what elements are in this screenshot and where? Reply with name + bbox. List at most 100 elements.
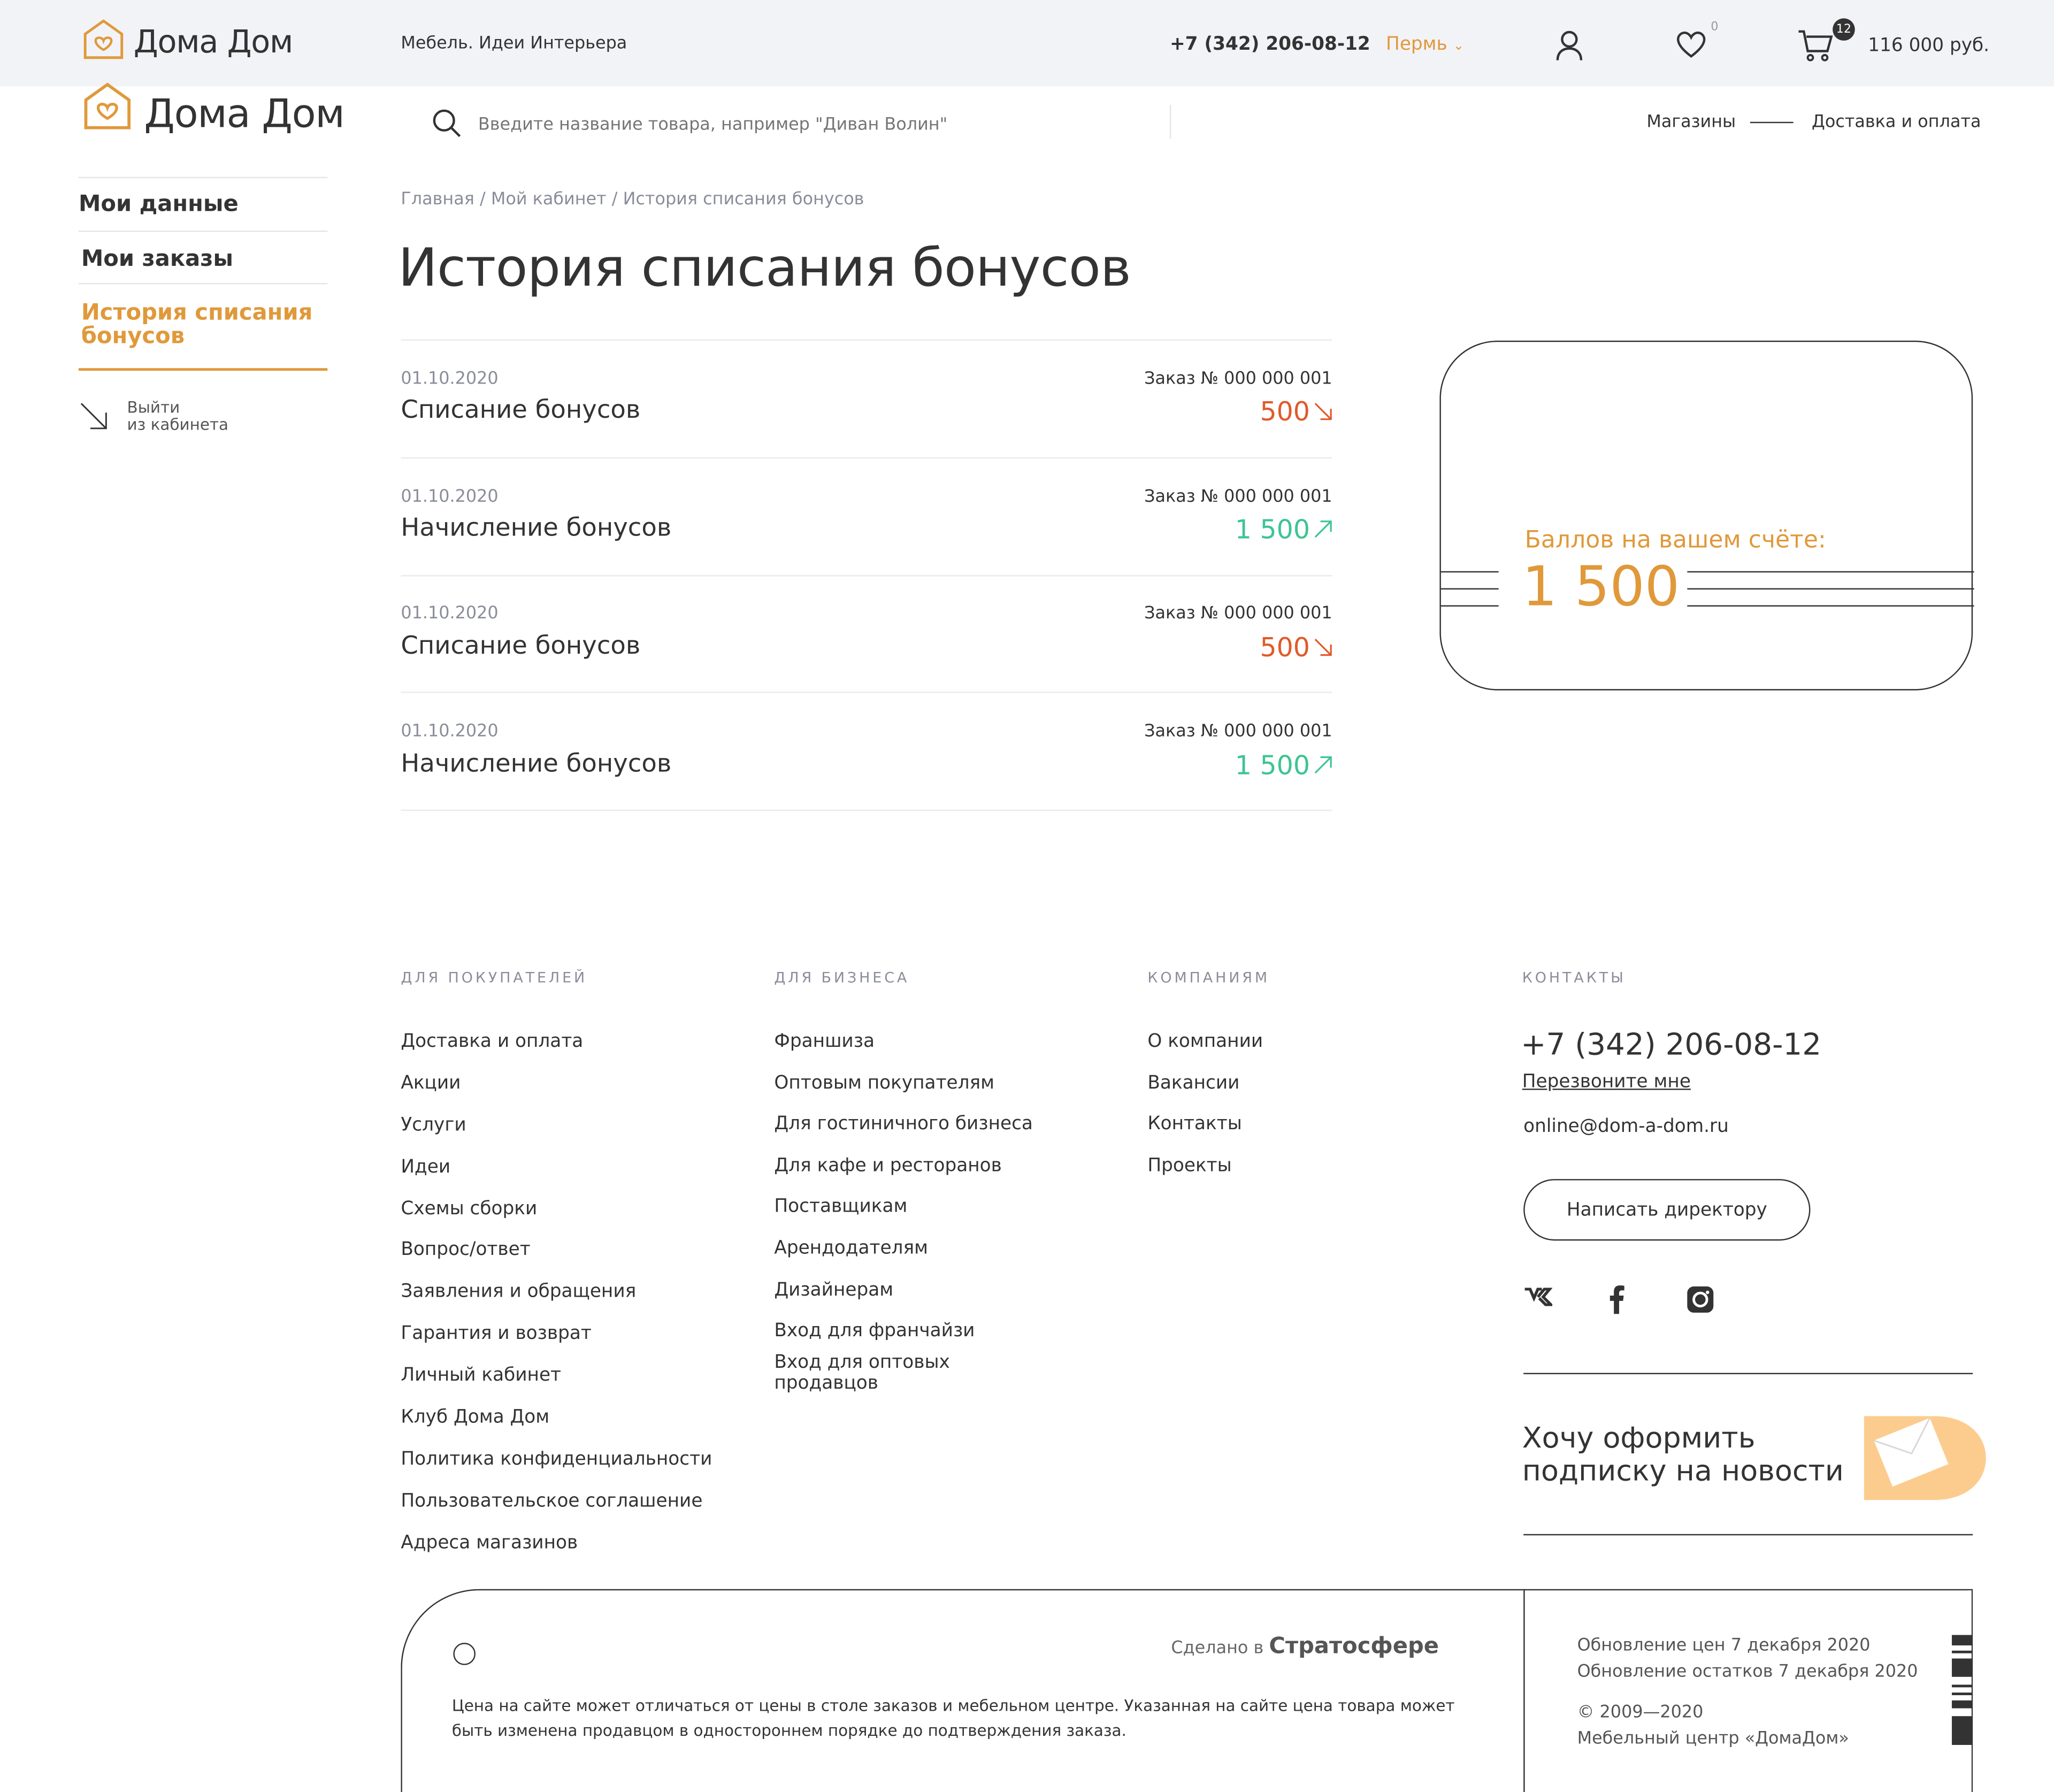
subscribe-link[interactable]: Хочу оформить подписку на новости	[1522, 1423, 1844, 1488]
footer-link[interactable]: Вход для оптовых продавцов	[774, 1352, 970, 1394]
sidebar-item-my-data[interactable]: Мои данные	[79, 192, 239, 218]
transaction-order[interactable]: Заказ № 000 000 001	[995, 604, 1332, 624]
city-selector[interactable]: Пермь ⌄	[1386, 34, 1464, 55]
transaction-title: Списание бонусов	[401, 395, 641, 425]
search-divider	[1169, 104, 1171, 139]
callback-link[interactable]: Перезвоните мне	[1522, 1071, 1691, 1092]
footer-bottom-box	[401, 1589, 1973, 1792]
footer-link[interactable]: Акции	[401, 1073, 712, 1114]
arrow-up-right-icon	[1314, 520, 1332, 538]
search-icon[interactable]	[432, 109, 461, 137]
footer-link[interactable]: Заявления и обращения	[401, 1282, 712, 1323]
logo-text-large[interactable]: Дома Дом	[144, 91, 344, 137]
footer-link[interactable]: Франшиза	[774, 1031, 1036, 1072]
instagram-icon[interactable]	[1686, 1285, 1715, 1314]
card-stripe	[1440, 605, 1499, 607]
footer-link[interactable]: Для кафе и ресторанов	[774, 1155, 1036, 1196]
footer-phone[interactable]: +7 (342) 206-08-12	[1521, 1028, 1821, 1062]
house-logo-icon-large[interactable]	[81, 81, 134, 131]
footer-link[interactable]: Адреса магазинов	[401, 1533, 712, 1574]
price-update: Обновление цен 7 декабря 2020	[1577, 1636, 1871, 1656]
subscribe-divider-top	[1523, 1373, 1973, 1375]
made-in-brand: Стратосфере	[1269, 1633, 1439, 1660]
row-divider	[401, 809, 1332, 811]
footer-link[interactable]: Схемы сборки	[401, 1198, 712, 1240]
row-divider	[401, 692, 1332, 693]
nav-link-stores[interactable]: Магазины	[1646, 113, 1736, 133]
footer-heading-company: КОМПАНИЯМ	[1147, 969, 1270, 987]
envelope-d-icon[interactable]	[1861, 1408, 1987, 1503]
logout-label-line1: Выйти	[127, 398, 180, 417]
user-icon[interactable]	[1555, 30, 1584, 62]
sidebar-item-bonus-history[interactable]: История списания бонусов	[81, 301, 317, 348]
top-bar: Дома Дом Мебель. Идеи Интерьера +7 (342)…	[0, 0, 2054, 87]
house-logo-icon[interactable]	[81, 18, 126, 60]
footer-link[interactable]: Оптовым покупателям	[774, 1073, 1036, 1114]
transaction-amount: 1 500	[1235, 749, 1310, 781]
footer-email[interactable]: online@dom-a-dom.ru	[1523, 1116, 1729, 1137]
footer-link[interactable]: О компании	[1147, 1031, 1263, 1072]
footer-link[interactable]: Вопрос/ответ	[401, 1240, 712, 1282]
logout-link[interactable]: Выйти из кабинета	[127, 398, 228, 434]
footer-company-list: О компании Вакансии Контакты Проекты	[1147, 1031, 1263, 1196]
transaction-order[interactable]: Заказ № 000 000 001	[995, 370, 1332, 389]
card-stripe	[1440, 588, 1499, 590]
header-phone[interactable]: +7 (342) 206-08-12	[1170, 34, 1370, 55]
page-title: История списания бонусов	[398, 238, 1131, 299]
disclaimer-line2: быть изменена продавцом в одностороннем …	[451, 1721, 1126, 1740]
footer-link[interactable]: Контакты	[1147, 1114, 1263, 1155]
footer-link[interactable]: Дизайнерам	[774, 1280, 1036, 1321]
footer-link[interactable]: Проекты	[1147, 1155, 1263, 1196]
footer-link[interactable]: Клуб Дома Дом	[401, 1407, 712, 1449]
footer-link[interactable]: Личный кабинет	[401, 1365, 712, 1407]
nav-link-delivery[interactable]: Доставка и оплата	[1812, 113, 1981, 133]
transaction-amount: 1 500	[1235, 514, 1310, 545]
footer-bottom-divider	[1523, 1589, 1525, 1792]
sidebar-item-my-orders[interactable]: Мои заказы	[81, 246, 233, 272]
transaction-date: 01.10.2020	[401, 369, 499, 389]
copyright: © 2009—2020	[1577, 1703, 1704, 1723]
stock-update: Обновление остатков 7 декабря 2020	[1577, 1662, 1918, 1682]
footer-link[interactable]: Идеи	[401, 1157, 712, 1198]
sidebar-divider	[78, 177, 328, 179]
made-in-link[interactable]: Сделано в Стратосфере	[1171, 1634, 1439, 1660]
transaction-order[interactable]: Заказ № 000 000 001	[995, 487, 1332, 507]
footer-link[interactable]: Для гостиничного бизнеса	[774, 1114, 1036, 1155]
arrow-down-right-icon	[1314, 402, 1332, 420]
footer-link[interactable]: Доставка и оплата	[401, 1031, 712, 1073]
city-label: Пермь	[1386, 34, 1447, 55]
footer-link[interactable]: Пользовательское соглашение	[401, 1490, 712, 1532]
chevron-down-icon: ⌄	[1453, 39, 1465, 54]
footer-link[interactable]: Гарантия и возврат	[401, 1323, 712, 1365]
made-in-prefix: Сделано в	[1171, 1638, 1264, 1659]
transaction-amount: 500	[1260, 395, 1310, 427]
footer-link[interactable]: Вход для франчайзи	[774, 1321, 1036, 1352]
sidebar-active-underline	[78, 368, 328, 371]
footer-link[interactable]: Арендодателям	[774, 1238, 1036, 1279]
cart-total[interactable]: 116 000 руб.	[1868, 35, 1989, 56]
breadcrumb[interactable]: Главная / Мой кабинет / История списания…	[401, 190, 864, 210]
cart-count-badge: 12	[1833, 18, 1855, 41]
footer-link[interactable]: Вакансии	[1147, 1073, 1263, 1114]
logo-text[interactable]: Дома Дом	[134, 24, 294, 60]
facebook-icon[interactable]	[1608, 1285, 1624, 1314]
heart-icon[interactable]	[1676, 32, 1706, 58]
logout-arrow-icon[interactable]	[80, 402, 109, 431]
transaction-order[interactable]: Заказ № 000 000 001	[995, 722, 1332, 741]
footer-link[interactable]: Политика конфиденциальности	[401, 1449, 712, 1490]
write-director-button[interactable]: Написать директору	[1523, 1179, 1811, 1241]
subscribe-divider-bottom	[1523, 1534, 1973, 1536]
barcode-icon	[1952, 1635, 1973, 1745]
subscribe-line2: подписку на новости	[1522, 1455, 1844, 1489]
footer-link[interactable]: Услуги	[401, 1115, 712, 1157]
subscribe-line1: Хочу оформить	[1522, 1422, 1756, 1456]
search-input[interactable]	[478, 110, 1160, 139]
row-divider	[401, 575, 1332, 577]
arrow-down-right-icon	[1314, 638, 1332, 656]
sidebar-divider	[78, 231, 328, 232]
transaction-date: 01.10.2020	[401, 603, 499, 624]
row-divider	[401, 339, 1332, 341]
vk-icon[interactable]	[1523, 1288, 1553, 1306]
footer-link[interactable]: Поставщикам	[774, 1197, 1036, 1238]
cart-icon[interactable]	[1797, 29, 1834, 63]
